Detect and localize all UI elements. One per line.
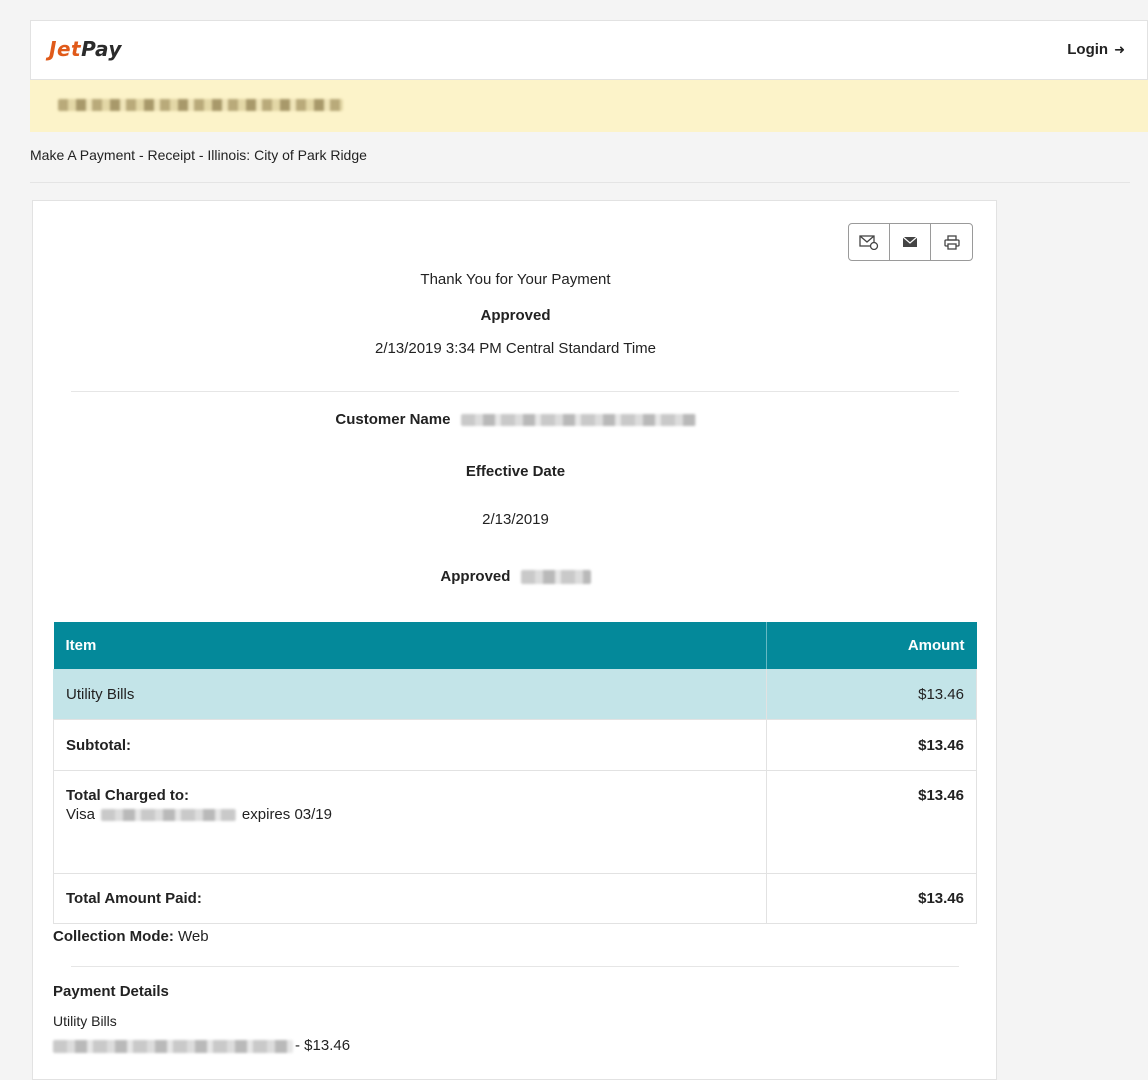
table-row: Utility Bills $13.46 [53,669,977,720]
item-name: Utility Bills [53,669,767,720]
thank-you-message: Thank You for Your Payment [420,271,611,288]
jetpay-logo[interactable]: JetPay [49,37,122,61]
total-paid-label: Total Amount Paid: [53,873,767,924]
notice-banner [30,80,1148,132]
total-charged-row: Total Charged to: Visa expires 03/19 $13.… [53,770,977,874]
payment-details-title: Payment Details [53,983,169,1000]
collection-mode-label: Collection Mode: [53,928,174,945]
total-charged-label: Total Charged to: [66,787,190,804]
print-button[interactable] [931,224,972,260]
payment-details-amount: - $13.46 [295,1037,351,1054]
email-attachment-button[interactable] [849,224,890,260]
card-brand: Visa [66,806,95,823]
logo-text-jet: Jet [49,37,82,61]
sign-in-icon: ➜ [1114,41,1125,57]
effective-date-label: Effective Date [465,463,566,480]
payment-details-item: Utility Bills [53,1013,117,1029]
item-amount: $13.46 [766,669,977,720]
collection-mode: Collection Mode: Web [53,928,209,945]
redacted-customer-name [460,414,696,427]
receipt-panel: Thank You for Your Payment Approved 2/13… [32,200,997,1080]
approval-code-label: Approved [440,568,511,585]
total-paid-amount: $13.46 [766,873,977,924]
collection-mode-value: Web [178,928,209,945]
email-button[interactable] [890,224,931,260]
customer-name-row: Customer Name [33,411,998,428]
breadcrumb: Make A Payment - Receipt - Illinois: Cit… [30,147,367,163]
payment-items-table: Item Amount Utility Bills $13.46 Subtota… [53,622,977,924]
divider [71,391,959,392]
status-approved: Approved [480,307,551,324]
logo-text-pay: Pay [81,37,122,61]
column-header-item: Item [53,622,767,669]
breadcrumb-divider [30,182,1130,183]
top-navbar: JetPay Login ➜ [30,20,1148,80]
divider [71,966,959,967]
approval-code-row: Approved [33,568,998,585]
envelope-icon [902,236,918,247]
total-charged-amount: $13.46 [766,770,977,874]
total-charged-cell: Total Charged to: Visa expires 03/19 [53,770,767,874]
table-header-row: Item Amount [53,622,977,669]
print-icon [943,234,960,250]
effective-date-value: 2/13/2019 [482,511,549,528]
redacted-account-number [53,1039,293,1053]
email-attachment-icon [859,235,879,250]
subtotal-amount: $13.46 [766,719,977,771]
login-label: Login [1067,41,1109,58]
subtotal-label: Subtotal: [53,719,767,771]
card-expiry: expires 03/19 [241,806,332,823]
redacted-card-number [100,809,236,822]
total-paid-row: Total Amount Paid: $13.46 [53,873,977,924]
redacted-approval-code [520,570,591,585]
card-info: Visa expires 03/19 [66,806,754,823]
subtotal-row: Subtotal: $13.46 [53,719,977,771]
payment-details-line: - $13.46 [53,1037,350,1054]
customer-name-label: Customer Name [335,411,451,428]
payment-datetime: 2/13/2019 3:34 PM Central Standard Time [374,340,656,357]
redacted-notice-text [58,99,343,111]
login-link[interactable]: Login ➜ [1067,41,1125,58]
receipt-actions [848,223,973,261]
column-header-amount: Amount [766,622,977,669]
